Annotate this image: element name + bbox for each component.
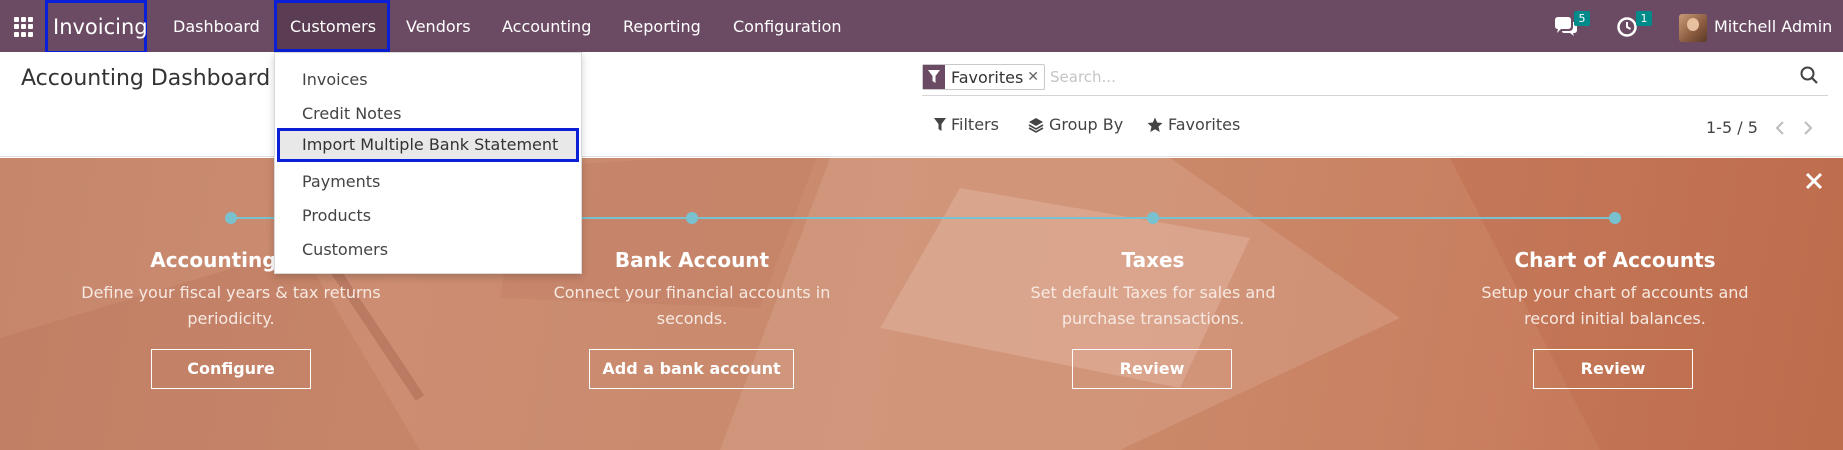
- dropdown-item-credit-notes[interactable]: Credit Notes: [275, 97, 581, 131]
- activity-clock-icon[interactable]: [1616, 16, 1638, 42]
- timeline-dot: [225, 212, 237, 224]
- timeline-dot: [1147, 212, 1159, 224]
- menu-dashboard[interactable]: Dashboard: [173, 0, 260, 52]
- step-description: Setup your chart of accounts and record …: [1481, 283, 1749, 328]
- customers-dropdown-menu: Invoices Credit Notes Import Multiple Ba…: [274, 52, 582, 274]
- menu-configuration[interactable]: Configuration: [733, 0, 842, 52]
- messages-count-badge: 5: [1574, 11, 1590, 26]
- step-taxes: Taxes Set default Taxes for sales and pu…: [973, 248, 1333, 332]
- filters-label: Filters: [951, 115, 999, 134]
- review-taxes-button[interactable]: Review: [1072, 349, 1232, 389]
- dropdown-item-products[interactable]: Products: [275, 199, 581, 233]
- dropdown-item-invoices[interactable]: Invoices: [275, 63, 581, 97]
- dropdown-item-payments[interactable]: Payments: [275, 165, 581, 199]
- dropdown-item-customers[interactable]: Customers: [275, 233, 581, 267]
- configure-button[interactable]: Configure: [151, 349, 311, 389]
- group-by-label: Group By: [1049, 115, 1124, 134]
- step-chart-of-accounts: Chart of Accounts Setup your chart of ac…: [1435, 248, 1795, 332]
- search-facet-favorites: Favorites ✕: [922, 64, 1046, 90]
- timeline-dot: [1609, 212, 1621, 224]
- step-title: Chart of Accounts: [1514, 248, 1716, 272]
- menu-reporting[interactable]: Reporting: [623, 0, 701, 52]
- page-title: Accounting Dashboard: [21, 66, 271, 91]
- add-bank-account-button[interactable]: Add a bank account: [589, 349, 794, 389]
- star-icon: [1147, 117, 1163, 132]
- menu-vendors[interactable]: Vendors: [406, 0, 471, 52]
- search-bar: Favorites ✕: [922, 62, 1828, 96]
- filter-icon: [923, 65, 945, 89]
- layers-icon: [1028, 117, 1044, 133]
- search-input[interactable]: [1050, 64, 1650, 90]
- top-navbar: Invoicing Dashboard Customers Vendors Ac…: [0, 0, 1843, 54]
- funnel-icon: [934, 117, 946, 131]
- user-avatar[interactable]: [1679, 14, 1707, 42]
- step-title: Taxes: [1121, 248, 1185, 272]
- facet-label: Favorites: [951, 67, 1024, 87]
- dropdown-item-import-bank-statement[interactable]: Import Multiple Bank Statement: [277, 128, 579, 162]
- step-description: Set default Taxes for sales and purchase…: [1030, 283, 1276, 328]
- filters-button[interactable]: Filters: [934, 115, 999, 134]
- menu-accounting[interactable]: Accounting: [502, 0, 591, 52]
- pager-value[interactable]: 1-5 / 5: [1706, 118, 1758, 137]
- close-banner-icon[interactable]: [1805, 172, 1823, 194]
- apps-menu-icon[interactable]: [14, 17, 34, 37]
- pager-next-icon[interactable]: [1802, 120, 1814, 139]
- pager-previous-icon[interactable]: [1774, 120, 1786, 139]
- user-name[interactable]: Mitchell Admin: [1714, 0, 1832, 53]
- timeline-dot: [686, 212, 698, 224]
- app-brand[interactable]: Invoicing: [45, 0, 148, 54]
- menu-customers[interactable]: Customers: [274, 0, 390, 52]
- step-description: Connect your financial accounts in secon…: [553, 283, 831, 328]
- search-icon[interactable]: [1800, 66, 1818, 88]
- favorites-label: Favorites: [1168, 115, 1241, 134]
- activities-count-badge: 1: [1636, 11, 1652, 26]
- step-description: Define your fiscal years & tax returns p…: [81, 283, 381, 328]
- group-by-button[interactable]: Group By: [1028, 115, 1123, 134]
- remove-facet-icon[interactable]: ✕: [1027, 69, 1044, 85]
- review-chart-of-accounts-button[interactable]: Review: [1533, 349, 1693, 389]
- favorites-button[interactable]: Favorites: [1147, 115, 1240, 134]
